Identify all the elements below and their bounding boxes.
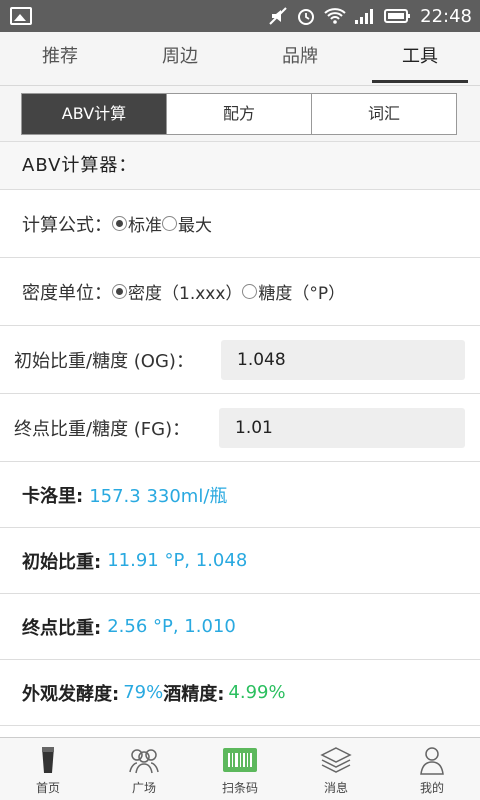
segment-bar: ABV计算 配方 词汇 — [0, 86, 480, 142]
nav-plaza-label: 广场 — [131, 781, 156, 795]
fg-label: 终点比重/糖度 (FG)： — [14, 418, 191, 440]
formula-row: 计算公式： 标准 最大 — [0, 190, 480, 258]
nav-messages-label: 消息 — [323, 781, 348, 795]
nav-scan[interactable]: 扫条码 — [192, 738, 288, 800]
nav-mine-label: 我的 — [419, 781, 444, 795]
section-title: ABV计算器： — [0, 142, 480, 190]
og-input[interactable]: 1.048 — [221, 339, 465, 380]
nav-scan-label: 扫条码 — [221, 781, 258, 795]
abv-value: 4.99% — [228, 682, 286, 703]
formula-standard-radio[interactable] — [112, 216, 127, 231]
segment-recipe[interactable]: 配方 — [167, 94, 312, 134]
calories-value: 157.3 330ml/瓶 — [89, 485, 228, 507]
nav-messages[interactable]: 消息 — [288, 738, 384, 800]
calories-label: 卡洛里: — [22, 485, 84, 507]
calories-row: 卡洛里: 157.3 330ml/瓶 — [0, 462, 480, 528]
formula-max-radio[interactable] — [162, 216, 177, 231]
status-bar: 22:48 — [0, 0, 480, 32]
unit-label: 密度单位： — [22, 282, 112, 304]
alarm-icon — [298, 9, 315, 25]
nav-home-label: 首页 — [35, 781, 60, 795]
tab-recommend[interactable]: 推荐 — [0, 32, 120, 85]
unit-density-label[interactable]: 密度（1.xxx） — [128, 279, 242, 304]
people-icon — [129, 749, 159, 774]
og-result-row: 初始比重: 11.91 °P, 1.048 — [0, 528, 480, 594]
layers-icon — [320, 747, 352, 773]
wifi-icon — [324, 8, 346, 24]
signal-icon — [355, 9, 374, 24]
abv-label: 酒精度: — [163, 683, 225, 705]
attenuation-value: 79% — [123, 682, 164, 703]
mute-icon — [269, 7, 287, 25]
bottom-nav: 首页 广场 扫条码 消息 我的 — [0, 737, 480, 800]
fg-result-row: 终点比重: 2.56 °P, 1.010 — [0, 594, 480, 660]
fg-row: 终点比重/糖度 (FG)： 1.01 — [0, 394, 480, 462]
battery-icon — [384, 9, 411, 23]
fg-result-value: 2.56 °P, 1.010 — [107, 616, 236, 637]
og-row: 初始比重/糖度 (OG)： 1.048 — [0, 326, 480, 394]
og-result-value: 11.91 °P, 1.048 — [107, 550, 248, 571]
segment-abv-calc[interactable]: ABV计算 — [22, 94, 167, 134]
beer-glass-icon — [42, 747, 54, 773]
person-icon — [420, 747, 444, 775]
tab-nearby[interactable]: 周边 — [120, 32, 240, 85]
segmented-control: ABV计算 配方 词汇 — [21, 93, 457, 135]
og-result-label: 初始比重: — [22, 551, 102, 573]
formula-standard-label[interactable]: 标准 — [128, 211, 162, 236]
unit-plato-radio[interactable] — [242, 284, 258, 299]
attenuation-label: 外观发酵度: — [22, 683, 120, 705]
nav-plaza[interactable]: 广场 — [96, 738, 192, 800]
barcode-icon — [223, 748, 257, 772]
top-tab-bar: 推荐 周边 品牌 工具 — [0, 32, 480, 86]
image-notification-icon — [10, 7, 32, 25]
formula-max-label[interactable]: 最大 — [178, 211, 212, 236]
status-time: 22:48 — [420, 5, 472, 27]
tab-brands[interactable]: 品牌 — [240, 32, 360, 85]
abv-result-row: 外观发酵度: 79% 酒精度: 4.99% — [0, 660, 480, 726]
fg-input[interactable]: 1.01 — [219, 407, 465, 448]
unit-row: 密度单位： 密度（1.xxx） 糖度（°P） — [0, 258, 480, 326]
segment-glossary[interactable]: 词汇 — [312, 94, 456, 134]
unit-plato-label[interactable]: 糖度（°P） — [258, 279, 345, 304]
nav-mine[interactable]: 我的 — [384, 738, 480, 800]
formula-label: 计算公式： — [22, 214, 112, 236]
status-icons: 22:48 — [268, 0, 472, 32]
unit-density-radio[interactable] — [112, 284, 127, 299]
fg-result-label: 终点比重: — [22, 617, 102, 639]
tab-tools[interactable]: 工具 — [360, 32, 480, 85]
og-label: 初始比重/糖度 (OG)： — [14, 350, 194, 372]
nav-home[interactable]: 首页 — [0, 738, 96, 800]
